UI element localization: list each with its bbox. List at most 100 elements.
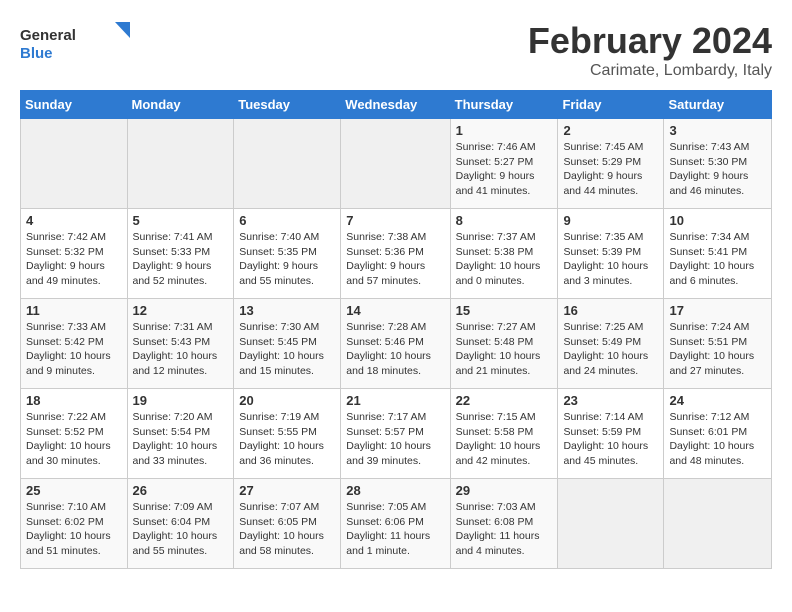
day-info: Sunrise: 7:42 AM Sunset: 5:32 PM Dayligh… bbox=[26, 230, 122, 289]
day-info: Sunrise: 7:20 AM Sunset: 5:54 PM Dayligh… bbox=[133, 410, 229, 469]
day-info: Sunrise: 7:34 AM Sunset: 5:41 PM Dayligh… bbox=[669, 230, 766, 289]
calendar-cell: 23 Sunrise: 7:14 AM Sunset: 5:59 PM Dayli… bbox=[558, 389, 664, 479]
svg-text:General: General bbox=[20, 27, 76, 44]
logo-svg: General Blue bbox=[20, 20, 140, 65]
calendar-cell bbox=[558, 479, 664, 569]
day-info: Sunrise: 7:22 AM Sunset: 5:52 PM Dayligh… bbox=[26, 410, 122, 469]
header-day-thursday: Thursday bbox=[450, 91, 558, 119]
calendar-cell: 2Sunrise: 7:45 AM Sunset: 5:29 PM Daylig… bbox=[558, 119, 664, 209]
calendar-cell: 10 Sunrise: 7:34 AM Sunset: 5:41 PM Dayli… bbox=[664, 209, 772, 299]
calendar-cell bbox=[127, 119, 234, 209]
day-info: Sunrise: 7:46 AM Sunset: 5:27 PM Dayligh… bbox=[456, 140, 553, 199]
day-info: Sunrise: 7:41 AM Sunset: 5:33 PM Dayligh… bbox=[133, 230, 229, 289]
day-info: Sunrise: 7:31 AM Sunset: 5:43 PM Dayligh… bbox=[133, 320, 229, 379]
day-number: 5 bbox=[133, 213, 229, 228]
calendar-cell: 6Sunrise: 7:40 AM Sunset: 5:35 PM Daylig… bbox=[234, 209, 341, 299]
day-info: Sunrise: 7:30 AM Sunset: 5:45 PM Dayligh… bbox=[239, 320, 335, 379]
day-number: 15 bbox=[456, 303, 553, 318]
calendar-cell: 15 Sunrise: 7:27 AM Sunset: 5:48 PM Dayli… bbox=[450, 299, 558, 389]
day-number: 20 bbox=[239, 393, 335, 408]
day-number: 7 bbox=[346, 213, 444, 228]
day-number: 14 bbox=[346, 303, 444, 318]
calendar-cell: 27 Sunrise: 7:07 AM Sunset: 6:05 PM Dayli… bbox=[234, 479, 341, 569]
header-day-friday: Friday bbox=[558, 91, 664, 119]
day-number: 19 bbox=[133, 393, 229, 408]
day-info: Sunrise: 7:03 AM Sunset: 6:08 PM Dayligh… bbox=[456, 500, 553, 559]
calendar-week-0: 1 Sunrise: 7:46 AM Sunset: 5:27 PM Daylig… bbox=[21, 119, 772, 209]
calendar-week-4: 25 Sunrise: 7:10 AM Sunset: 6:02 PM Dayli… bbox=[21, 479, 772, 569]
day-info: Sunrise: 7:14 AM Sunset: 5:59 PM Dayligh… bbox=[563, 410, 658, 469]
calendar-cell: 17 Sunrise: 7:24 AM Sunset: 5:51 PM Dayli… bbox=[664, 299, 772, 389]
header-day-wednesday: Wednesday bbox=[341, 91, 450, 119]
day-info: Sunrise: 7:35 AM Sunset: 5:39 PM Dayligh… bbox=[563, 230, 658, 289]
header: General Blue February 2024 Carimate, Lom… bbox=[20, 20, 772, 80]
calendar-cell: 1 Sunrise: 7:46 AM Sunset: 5:27 PM Daylig… bbox=[450, 119, 558, 209]
day-number: 13 bbox=[239, 303, 335, 318]
day-info: Sunrise: 7:24 AM Sunset: 5:51 PM Dayligh… bbox=[669, 320, 766, 379]
calendar-cell bbox=[234, 119, 341, 209]
day-number: 23 bbox=[563, 393, 658, 408]
calendar-cell: 28Sunrise: 7:05 AM Sunset: 6:06 PM Dayli… bbox=[341, 479, 450, 569]
day-info: Sunrise: 7:33 AM Sunset: 5:42 PM Dayligh… bbox=[26, 320, 122, 379]
day-number: 29 bbox=[456, 483, 553, 498]
day-info: Sunrise: 7:25 AM Sunset: 5:49 PM Dayligh… bbox=[563, 320, 658, 379]
calendar-cell: 7 Sunrise: 7:38 AM Sunset: 5:36 PM Daylig… bbox=[341, 209, 450, 299]
day-number: 25 bbox=[26, 483, 122, 498]
day-number: 18 bbox=[26, 393, 122, 408]
day-info: Sunrise: 7:43 AM Sunset: 5:30 PM Dayligh… bbox=[669, 140, 766, 199]
day-number: 27 bbox=[239, 483, 335, 498]
day-number: 22 bbox=[456, 393, 553, 408]
day-number: 10 bbox=[669, 213, 766, 228]
day-number: 16 bbox=[563, 303, 658, 318]
calendar-cell: 16 Sunrise: 7:25 AM Sunset: 5:49 PM Dayli… bbox=[558, 299, 664, 389]
day-info: Sunrise: 7:17 AM Sunset: 5:57 PM Dayligh… bbox=[346, 410, 444, 469]
day-info: Sunrise: 7:09 AM Sunset: 6:04 PM Dayligh… bbox=[133, 500, 229, 559]
day-number: 28 bbox=[346, 483, 444, 498]
calendar-cell: 24Sunrise: 7:12 AM Sunset: 6:01 PM Dayli… bbox=[664, 389, 772, 479]
day-number: 26 bbox=[133, 483, 229, 498]
day-number: 17 bbox=[669, 303, 766, 318]
svg-text:Blue: Blue bbox=[20, 45, 53, 62]
calendar-week-2: 11 Sunrise: 7:33 AM Sunset: 5:42 PM Dayli… bbox=[21, 299, 772, 389]
month-title: February 2024 bbox=[528, 20, 772, 62]
header-row: SundayMondayTuesdayWednesdayThursdayFrid… bbox=[21, 91, 772, 119]
day-number: 8 bbox=[456, 213, 553, 228]
calendar-cell: 29 Sunrise: 7:03 AM Sunset: 6:08 PM Dayli… bbox=[450, 479, 558, 569]
header-day-monday: Monday bbox=[127, 91, 234, 119]
calendar-cell: 20Sunrise: 7:19 AM Sunset: 5:55 PM Dayli… bbox=[234, 389, 341, 479]
day-number: 9 bbox=[563, 213, 658, 228]
location-title: Carimate, Lombardy, Italy bbox=[528, 62, 772, 80]
day-info: Sunrise: 7:10 AM Sunset: 6:02 PM Dayligh… bbox=[26, 500, 122, 559]
calendar-table: SundayMondayTuesdayWednesdayThursdayFrid… bbox=[20, 90, 772, 569]
day-info: Sunrise: 7:27 AM Sunset: 5:48 PM Dayligh… bbox=[456, 320, 553, 379]
day-number: 3 bbox=[669, 123, 766, 138]
header-day-tuesday: Tuesday bbox=[234, 91, 341, 119]
calendar-cell: 26 Sunrise: 7:09 AM Sunset: 6:04 PM Dayli… bbox=[127, 479, 234, 569]
calendar-cell: 19 Sunrise: 7:20 AM Sunset: 5:54 PM Dayli… bbox=[127, 389, 234, 479]
day-number: 11 bbox=[26, 303, 122, 318]
calendar-cell: 5 Sunrise: 7:41 AM Sunset: 5:33 PM Daylig… bbox=[127, 209, 234, 299]
day-number: 4 bbox=[26, 213, 122, 228]
day-info: Sunrise: 7:40 AM Sunset: 5:35 PM Dayligh… bbox=[239, 230, 335, 289]
calendar-week-3: 18 Sunrise: 7:22 AM Sunset: 5:52 PM Dayli… bbox=[21, 389, 772, 479]
day-info: Sunrise: 7:38 AM Sunset: 5:36 PM Dayligh… bbox=[346, 230, 444, 289]
calendar-cell: 18 Sunrise: 7:22 AM Sunset: 5:52 PM Dayli… bbox=[21, 389, 128, 479]
calendar-cell: 8Sunrise: 7:37 AM Sunset: 5:38 PM Daylig… bbox=[450, 209, 558, 299]
day-number: 2 bbox=[563, 123, 658, 138]
day-number: 24 bbox=[669, 393, 766, 408]
calendar-cell bbox=[21, 119, 128, 209]
calendar-cell: 9 Sunrise: 7:35 AM Sunset: 5:39 PM Daylig… bbox=[558, 209, 664, 299]
calendar-cell bbox=[341, 119, 450, 209]
day-info: Sunrise: 7:07 AM Sunset: 6:05 PM Dayligh… bbox=[239, 500, 335, 559]
calendar-cell: 11 Sunrise: 7:33 AM Sunset: 5:42 PM Dayli… bbox=[21, 299, 128, 389]
title-area: February 2024 Carimate, Lombardy, Italy bbox=[528, 20, 772, 80]
day-number: 12 bbox=[133, 303, 229, 318]
calendar-cell: 3 Sunrise: 7:43 AM Sunset: 5:30 PM Daylig… bbox=[664, 119, 772, 209]
logo: General Blue bbox=[20, 20, 140, 65]
calendar-cell: 25 Sunrise: 7:10 AM Sunset: 6:02 PM Dayli… bbox=[21, 479, 128, 569]
calendar-cell: 21Sunrise: 7:17 AM Sunset: 5:57 PM Dayli… bbox=[341, 389, 450, 479]
day-number: 1 bbox=[456, 123, 553, 138]
day-info: Sunrise: 7:15 AM Sunset: 5:58 PM Dayligh… bbox=[456, 410, 553, 469]
calendar-cell: 13 Sunrise: 7:30 AM Sunset: 5:45 PM Dayli… bbox=[234, 299, 341, 389]
calendar-cell bbox=[664, 479, 772, 569]
